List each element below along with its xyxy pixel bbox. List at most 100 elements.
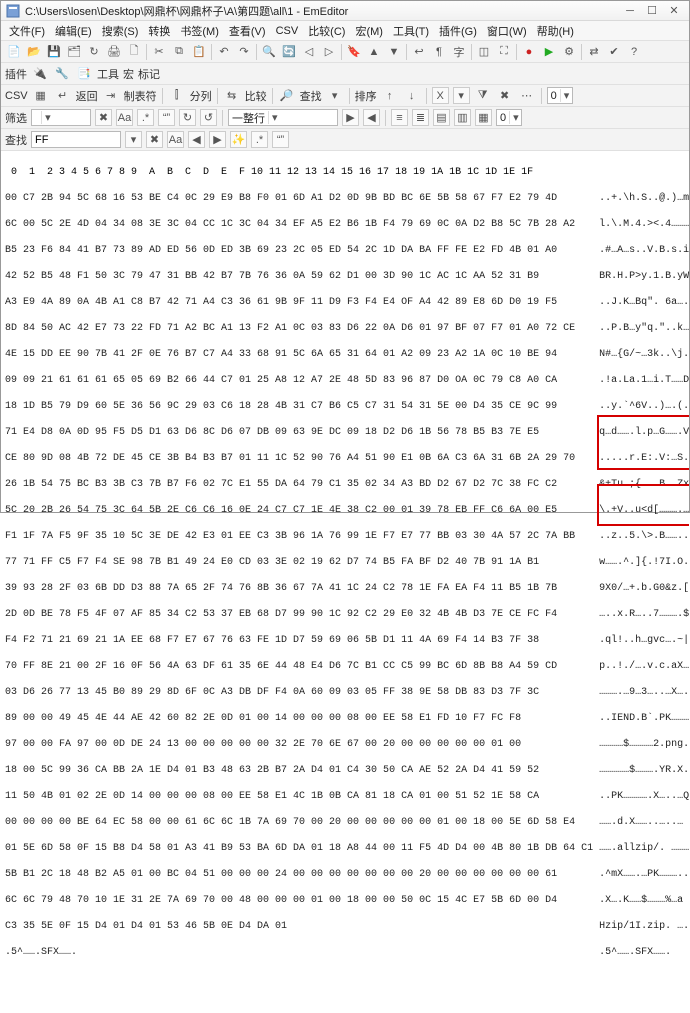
window-split-icon[interactable]: ◫ — [475, 43, 493, 61]
split-col-icon[interactable]: ⫿ — [168, 87, 186, 105]
compare2-icon[interactable]: ⇆ — [223, 87, 241, 105]
bookmark-prev-icon[interactable]: ▲ — [365, 43, 383, 61]
line-prev-button[interactable]: ◀ — [363, 109, 380, 126]
undo-icon[interactable]: ↶ — [215, 43, 233, 61]
zero-dd[interactable]: 0▾ — [496, 109, 522, 126]
lineopt-4-button[interactable]: ▥ — [454, 109, 471, 126]
filter-reload-button[interactable]: ↻ — [179, 109, 196, 126]
macro-label[interactable]: 宏 — [123, 66, 134, 82]
lineopt-5-button[interactable]: ▦ — [475, 109, 492, 126]
hex-bytes-panel[interactable]: 0 1 2 3 4 5 6 7 8 9 A B C D E F 10 11 12… — [1, 151, 597, 1013]
filter-toolbar: 筛选 ▾ ✖ Aa .* “” ↻ ↺ 一整行▾ ▶ ◀ ≡ ≣ ▤ ▥ ▦ 0… — [1, 107, 689, 129]
save-icon[interactable]: 💾 — [45, 43, 63, 61]
sort-label[interactable]: 排序 — [355, 88, 377, 104]
filter-Aa-button[interactable]: Aa — [116, 109, 133, 126]
clear-filter-icon[interactable]: ✖ — [496, 87, 514, 105]
find-opt-icon[interactable]: ▾ — [326, 87, 344, 105]
lineopt-3-button[interactable]: ▤ — [433, 109, 450, 126]
sort-asc-icon[interactable]: ↑ — [381, 87, 399, 105]
csv-mode-icon[interactable]: ▦ — [32, 87, 50, 105]
bookmark-next-icon[interactable]: ▼ — [385, 43, 403, 61]
replace-icon[interactable]: 🔄 — [280, 43, 298, 61]
print-preview-icon[interactable]: 🗋 — [125, 43, 143, 61]
menu-convert[interactable]: 转换 — [144, 21, 174, 41]
copy-icon[interactable]: ⧉ — [170, 43, 188, 61]
plugin-2-icon[interactable]: 🔧 — [53, 65, 71, 83]
bookmark-toggle-icon[interactable]: 🔖 — [345, 43, 363, 61]
macro-icon[interactable]: ⚙ — [560, 43, 578, 61]
save-all-icon[interactable]: 🗂 — [65, 43, 83, 61]
new-file-icon[interactable]: 📄 — [5, 43, 23, 61]
menu-help[interactable]: 帮助(H) — [533, 21, 578, 41]
opt-b-button[interactable]: ▾ — [453, 87, 470, 104]
tab-icon[interactable]: ⇥ — [102, 87, 120, 105]
find-next2-button[interactable]: ▶ — [209, 131, 226, 148]
encoding-icon[interactable]: 字 — [450, 43, 468, 61]
plugin-1-icon[interactable]: 🔌 — [31, 65, 49, 83]
find-icon[interactable]: 🔍 — [260, 43, 278, 61]
menu-compare[interactable]: 比较(C) — [304, 21, 349, 41]
ascii-row: ..z..5.\>.B……..v……w.W.0.W.z. — [599, 530, 689, 543]
filter-regex-button[interactable]: .* — [137, 109, 154, 126]
funnel-icon[interactable]: ⧩ — [474, 87, 492, 105]
cut-icon[interactable]: ✂ — [150, 43, 168, 61]
print-icon[interactable]: 🖨 — [105, 43, 123, 61]
menu-csv[interactable]: CSV — [272, 23, 303, 39]
sort-desc-icon[interactable]: ↓ — [403, 87, 421, 105]
find-Aa-button[interactable]: Aa — [167, 131, 184, 148]
return-icon[interactable]: ↵ — [54, 87, 72, 105]
find-regex-button[interactable]: .* — [251, 131, 268, 148]
find-next-icon[interactable]: ▷ — [320, 43, 338, 61]
menu-search[interactable]: 搜索(S) — [98, 21, 143, 41]
filter-box[interactable]: ▾ — [31, 109, 91, 126]
fullscreen-icon[interactable]: ⛶ — [495, 43, 513, 61]
menu-edit[interactable]: 编辑(E) — [51, 21, 96, 41]
opt-a-button[interactable]: X — [432, 87, 449, 104]
filter-cancel-button[interactable]: ↺ — [200, 109, 217, 126]
hex-row: 09 09 21 61 61 61 65 05 69 B2 66 44 C7 0… — [5, 374, 593, 387]
find-prev-icon[interactable]: ◁ — [300, 43, 318, 61]
tools-label[interactable]: 工具 — [97, 66, 119, 82]
menu-macro[interactable]: 宏(M) — [351, 21, 387, 41]
menu-view[interactable]: 查看(V) — [225, 21, 270, 41]
macro-play-icon[interactable]: ▶ — [540, 43, 558, 61]
show-marks-icon[interactable]: ¶ — [430, 43, 448, 61]
plugins-label[interactable]: 插件 — [5, 66, 27, 82]
find-word-button[interactable]: “” — [272, 131, 289, 148]
menu-bookmark[interactable]: 书签(M) — [176, 21, 223, 41]
more-icon[interactable]: ⋯ — [518, 87, 536, 105]
hex-ascii-panel[interactable]: ..+.\h.S..@.)…m…….n.[Xg…yM l.\.M.4.><.4…… — [597, 151, 689, 1013]
help-icon[interactable]: ? — [625, 43, 643, 61]
lineopt-2-button[interactable]: ≣ — [412, 109, 429, 126]
go-button[interactable]: ▶ — [342, 109, 359, 126]
reload-icon[interactable]: ↻ — [85, 43, 103, 61]
filter-clear-button[interactable]: ✖ — [95, 109, 112, 126]
menu-file[interactable]: 文件(F) — [5, 21, 49, 41]
find-input[interactable] — [31, 131, 121, 148]
macro-record-icon[interactable]: ● — [520, 43, 538, 61]
paste-icon[interactable]: 📋 — [190, 43, 208, 61]
find-highlight-button[interactable]: ✨ — [230, 131, 247, 148]
find-close-button[interactable]: ✖ — [146, 131, 163, 148]
line-mode-dropdown[interactable]: 一整行▾ — [228, 109, 338, 126]
open-file-icon[interactable]: 📂 — [25, 43, 43, 61]
minimize-button[interactable]: ─ — [619, 3, 641, 19]
filter-word-button[interactable]: “” — [158, 109, 175, 126]
find2-icon[interactable]: 🔎 — [278, 87, 296, 105]
lineopt-1-button[interactable]: ≡ — [391, 109, 408, 126]
menu-window[interactable]: 窗口(W) — [483, 21, 531, 41]
mark-label[interactable]: 标记 — [138, 66, 160, 82]
count-dropdown[interactable]: 0▾ — [547, 87, 573, 104]
find-dd-button[interactable]: ▾ — [125, 131, 142, 148]
close-button[interactable]: ✕ — [663, 3, 685, 19]
compare-icon[interactable]: ⇄ — [585, 43, 603, 61]
find-prev2-button[interactable]: ◀ — [188, 131, 205, 148]
redo-icon[interactable]: ↷ — [235, 43, 253, 61]
maximize-button[interactable]: ☐ — [641, 3, 663, 19]
menu-plugin[interactable]: 插件(G) — [435, 21, 481, 41]
plugin-3-icon[interactable]: 📑 — [75, 65, 93, 83]
wrap-icon[interactable]: ↩ — [410, 43, 428, 61]
spell-icon[interactable]: ✔ — [605, 43, 623, 61]
menu-tools[interactable]: 工具(T) — [389, 21, 433, 41]
csv-label[interactable]: CSV — [5, 90, 28, 102]
